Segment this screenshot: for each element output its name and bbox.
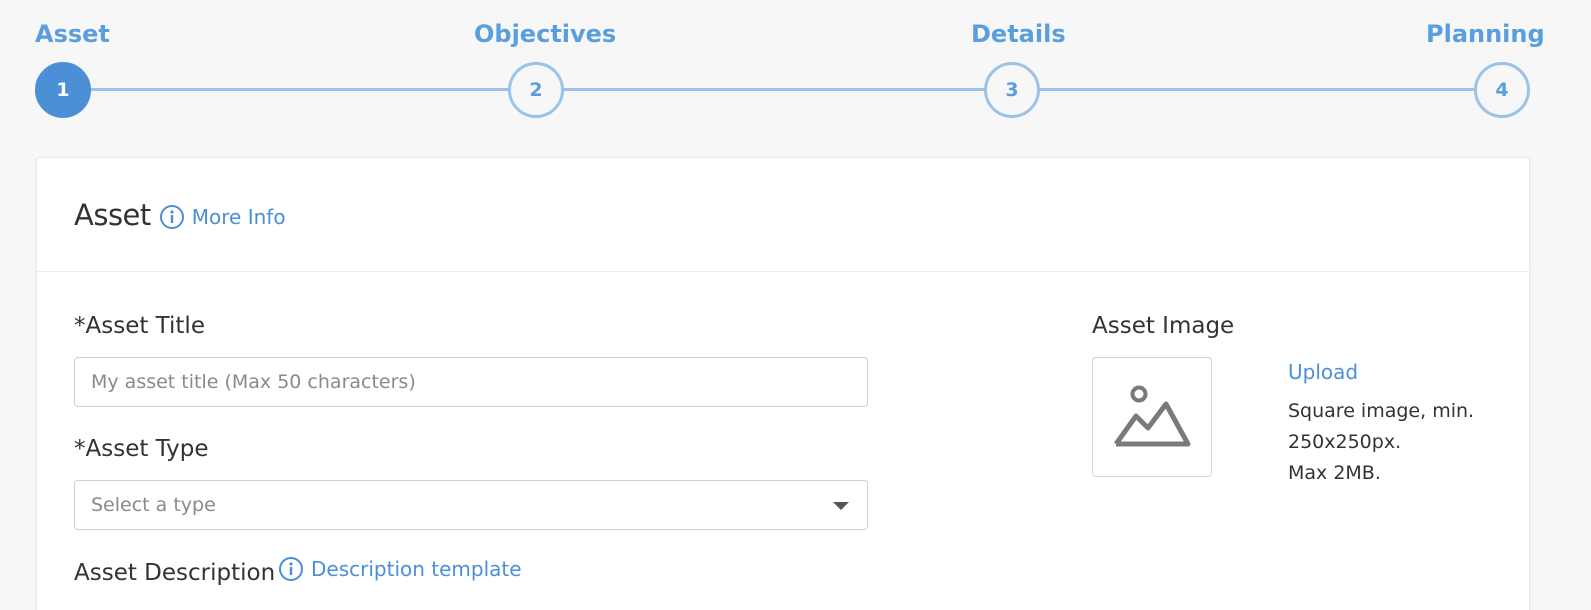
- image-placeholder-icon: [1113, 385, 1191, 447]
- step-circle[interactable]: 4: [1474, 62, 1530, 118]
- card-title: Asset: [74, 197, 151, 232]
- step-circle[interactable]: 2: [508, 62, 564, 118]
- image-requirements-text: Square image, min. 250x250px. Max 2MB.: [1288, 396, 1474, 489]
- image-help-line: Max 2MB.: [1288, 462, 1381, 484]
- info-circle-icon: [159, 204, 184, 229]
- asset-type-selected: Select a type: [91, 494, 216, 516]
- asset-title-label: *Asset Title: [74, 313, 205, 339]
- chevron-down-icon: [833, 502, 849, 510]
- description-template-label[interactable]: Description template: [311, 557, 522, 581]
- asset-image-preview[interactable]: [1092, 357, 1212, 477]
- description-template-link[interactable]: Description template: [278, 556, 522, 582]
- step-label[interactable]: Objectives: [474, 20, 616, 48]
- more-info-label[interactable]: More Info: [192, 205, 286, 229]
- image-help-line: Square image, min.: [1288, 400, 1475, 422]
- card-header: Asset More Info: [37, 158, 1529, 272]
- image-help-line: 250x250px.: [1288, 431, 1402, 453]
- progress-stepper: Asset 1 Objectives 2 Details 3 Planning …: [0, 0, 1591, 130]
- stepper-track: [64, 88, 1524, 91]
- info-circle-icon: [279, 557, 303, 581]
- asset-type-select[interactable]: Select a type: [74, 480, 868, 530]
- more-info-link[interactable]: More Info: [159, 204, 286, 230]
- step-label[interactable]: Asset: [35, 20, 110, 48]
- asset-image-label: Asset Image: [1092, 313, 1235, 339]
- step-circle[interactable]: 3: [984, 62, 1040, 118]
- step-label[interactable]: Planning: [1426, 20, 1545, 48]
- asset-card: Asset More Info *Asset Title *Asset Type…: [36, 157, 1530, 610]
- asset-description-label: Asset Description: [74, 560, 276, 586]
- step-label[interactable]: Details: [971, 20, 1066, 48]
- step-circle[interactable]: 1: [35, 62, 91, 118]
- upload-link[interactable]: Upload: [1288, 360, 1358, 384]
- asset-type-label: *Asset Type: [74, 436, 209, 462]
- asset-title-input[interactable]: [74, 357, 868, 407]
